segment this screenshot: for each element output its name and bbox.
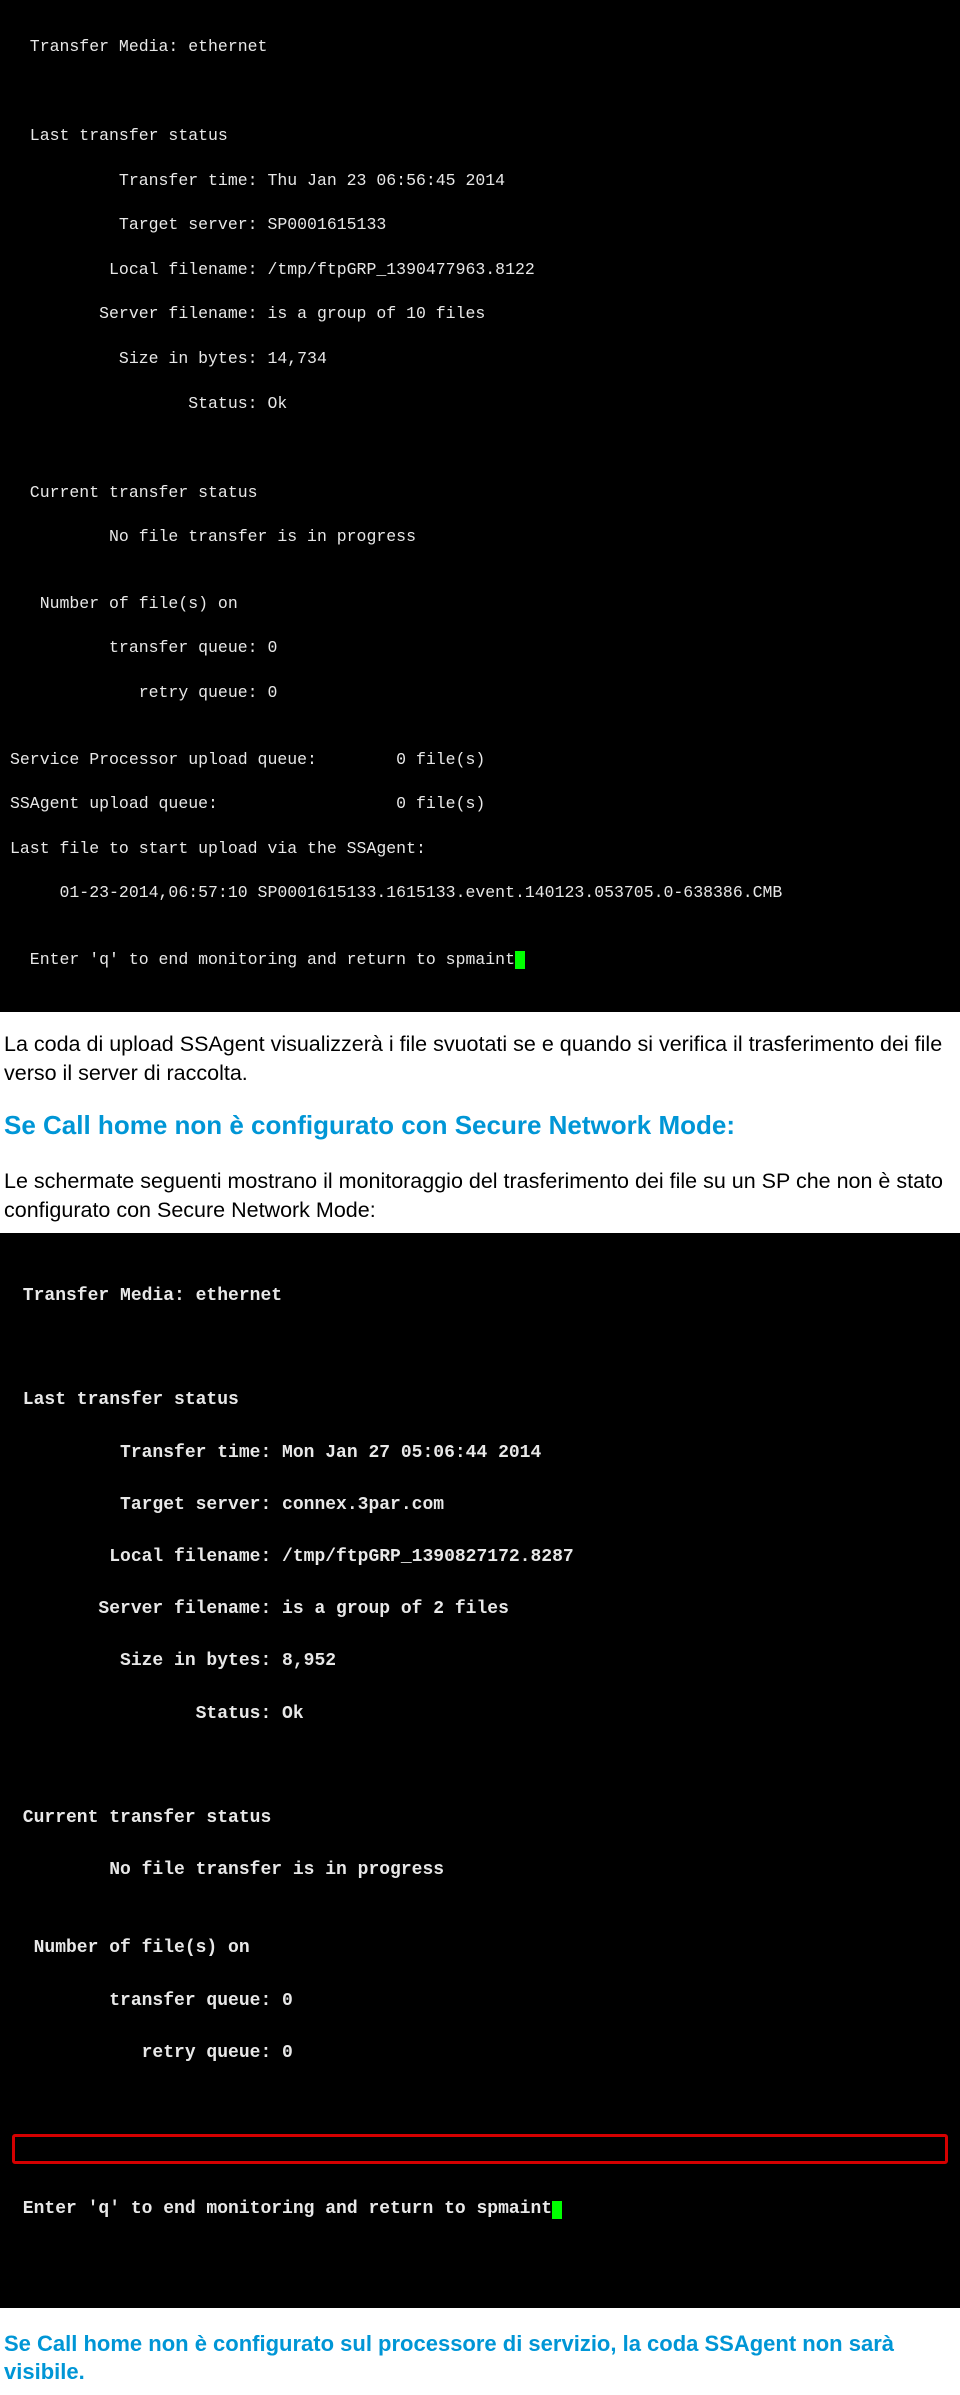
paragraph-ssagent-upload: La coda di upload SSAgent visualizzerà i… bbox=[0, 1012, 960, 1096]
term1-line: Number of file(s) on bbox=[10, 593, 950, 615]
term1-prompt: Enter 'q' to end monitoring and return t… bbox=[10, 949, 950, 971]
heading-not-configured: Se Call home non è configurato con Secur… bbox=[0, 1096, 960, 1149]
term1-line: Status: Ok bbox=[10, 393, 950, 415]
prompt-text: Enter 'q' to end monitoring and return t… bbox=[12, 2199, 552, 2219]
term2-line: transfer queue: 0 bbox=[12, 1988, 948, 2014]
term1-line: 01-23-2014,06:57:10 SP0001615133.1615133… bbox=[10, 882, 950, 904]
term2-line: retry queue: 0 bbox=[12, 2040, 948, 2066]
term1-line: Server filename: is a group of 10 files bbox=[10, 303, 950, 325]
terminal-screenshot-1: Transfer Media: ethernet Last transfer s… bbox=[0, 0, 960, 1012]
term2-prompt: Enter 'q' to end monitoring and return t… bbox=[12, 2196, 948, 2222]
term1-line: Transfer time: Thu Jan 23 06:56:45 2014 bbox=[10, 170, 950, 192]
term1-line: Service Processor upload queue: 0 file(s… bbox=[10, 749, 950, 771]
term2-line: Transfer time: Mon Jan 27 05:06:44 2014 bbox=[12, 1440, 948, 1466]
highlight-box bbox=[12, 2134, 948, 2164]
term2-line: Local filename: /tmp/ftpGRP_1390827172.8… bbox=[12, 1544, 948, 1570]
note-ssagent-not-visible: Se Call home non è configurato sul proce… bbox=[0, 2308, 960, 2395]
term1-line: SSAgent upload queue: 0 file(s) bbox=[10, 793, 950, 815]
cursor-icon bbox=[552, 2201, 562, 2219]
term2-line: Size in bytes: 8,952 bbox=[12, 1648, 948, 1674]
term2-line: Transfer Media: ethernet bbox=[12, 1283, 948, 1309]
paragraph-monitoring: Le schermate seguenti mostrano il monito… bbox=[0, 1149, 960, 1233]
prompt-text: Enter 'q' to end monitoring and return t… bbox=[10, 950, 515, 969]
term1-line: Current transfer status bbox=[10, 482, 950, 504]
term1-line: retry queue: 0 bbox=[10, 682, 950, 704]
term2-line: No file transfer is in progress bbox=[12, 1857, 948, 1883]
terminal-screenshot-2: Transfer Media: ethernet Last transfer s… bbox=[0, 1233, 960, 2308]
term2-line: Number of file(s) on bbox=[12, 1935, 948, 1961]
term2-line: Last transfer status bbox=[12, 1387, 948, 1413]
term1-line: transfer queue: 0 bbox=[10, 637, 950, 659]
term1-line: Size in bytes: 14,734 bbox=[10, 348, 950, 370]
cursor-icon bbox=[515, 951, 525, 969]
term1-line: Local filename: /tmp/ftpGRP_1390477963.8… bbox=[10, 259, 950, 281]
term1-line: Transfer Media: ethernet bbox=[10, 36, 950, 58]
term1-line: Last transfer status bbox=[10, 125, 950, 147]
term2-line: Server filename: is a group of 2 files bbox=[12, 1596, 948, 1622]
term1-line: No file transfer is in progress bbox=[10, 526, 950, 548]
term2-line: Current transfer status bbox=[12, 1805, 948, 1831]
term2-line: Status: Ok bbox=[12, 1701, 948, 1727]
term1-line: Last file to start upload via the SSAgen… bbox=[10, 838, 950, 860]
term1-line: Target server: SP0001615133 bbox=[10, 214, 950, 236]
term2-line: Target server: connex.3par.com bbox=[12, 1492, 948, 1518]
